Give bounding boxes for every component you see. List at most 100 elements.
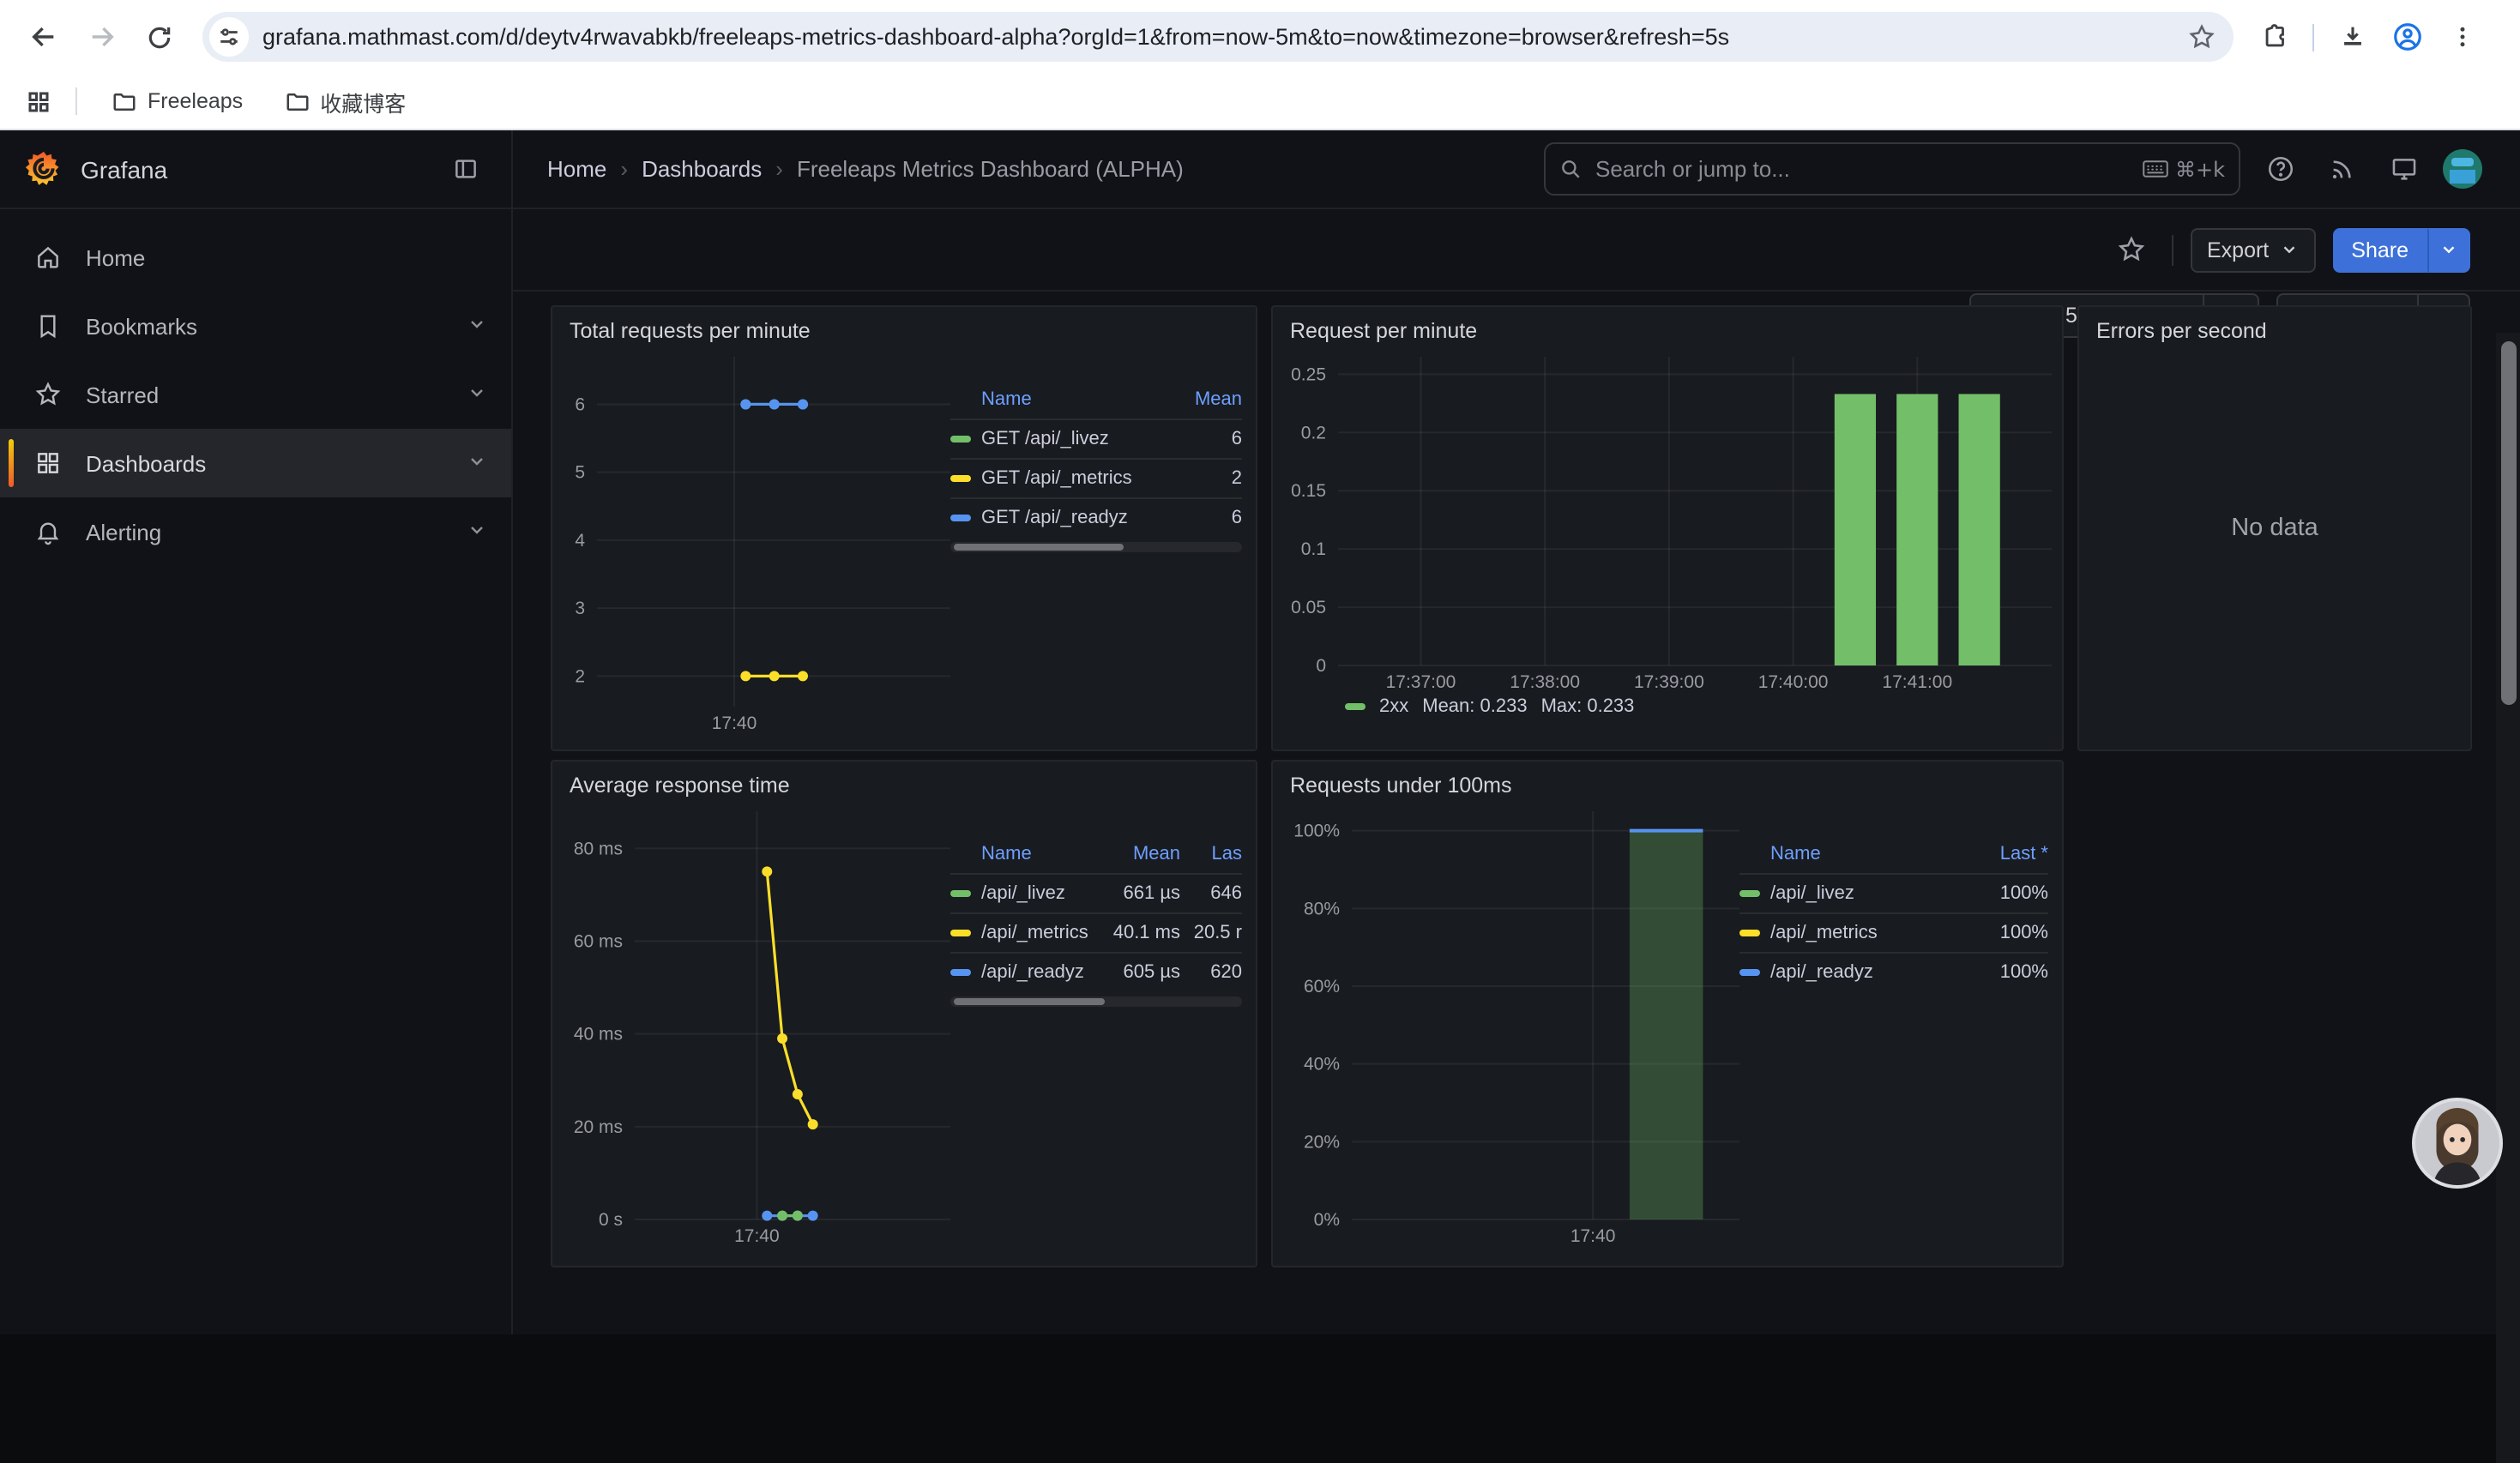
sidebar-item-starred[interactable]: Starred: [0, 360, 511, 429]
legend-table: Name Mean GET /api/_livez 6 GET /api/_me…: [950, 381, 1242, 734]
series-swatch: [1345, 703, 1366, 710]
panel-title[interactable]: Requests under 100ms: [1273, 762, 2062, 804]
series-swatch: [1739, 969, 1760, 976]
help-icon[interactable]: [2258, 147, 2302, 191]
share-button[interactable]: Share: [2332, 227, 2427, 272]
legend-row[interactable]: /api/_readyz 605 µs 620: [950, 952, 1242, 991]
back-icon[interactable]: [17, 11, 69, 63]
legend-row[interactable]: /api/_readyz 100%: [1739, 952, 2048, 991]
legend-row[interactable]: GET /api/_readyz 6: [950, 497, 1242, 537]
legend-table: Name Last * /api/_livez 100% /api/_metri…: [1739, 835, 2048, 1247]
search-box[interactable]: ⌘+k: [1544, 142, 2240, 196]
panel-title[interactable]: Request per minute: [1273, 307, 2062, 350]
sidebar-item-dashboards[interactable]: Dashboards: [0, 429, 511, 497]
apps-grid-icon[interactable]: [21, 84, 55, 118]
legend-table: Name Mean Las /api/_livez 661 µs 646: [950, 835, 1242, 1247]
breadcrumb-home[interactable]: Home: [547, 156, 606, 182]
sidebar-toggle-icon[interactable]: [443, 147, 487, 191]
chevron-down-icon[interactable]: [467, 313, 487, 339]
sidebar-item-label: Home: [86, 244, 145, 270]
timeseries-chart: 80 ms60 ms40 ms20 ms0 s17:40: [566, 804, 950, 1247]
url-input[interactable]: [249, 24, 2177, 50]
legend-line[interactable]: 2xx Mean: 0.233 Max: 0.233: [1287, 693, 2048, 717]
legend-scrollbar[interactable]: [950, 542, 1242, 552]
series-swatch: [950, 475, 971, 482]
legend-row[interactable]: /api/_metrics 40.1 ms 20.5 r: [950, 912, 1242, 952]
no-data-message: No data: [2079, 515, 2470, 542]
toolbar-separator: [2312, 23, 2314, 51]
legend-header-row: Name Mean Las: [950, 835, 1242, 873]
bookmark-folder-freeleaps[interactable]: Freeleaps: [98, 83, 256, 119]
series-swatch: [950, 969, 971, 976]
panel-requests-under-100ms: Requests under 100ms 100%80%60%40%20%0%1…: [1271, 760, 2064, 1267]
sidebar-item-label: Starred: [86, 382, 159, 407]
download-icon[interactable]: [2328, 13, 2376, 61]
panel-title[interactable]: Average response time: [552, 762, 1256, 804]
chevron-down-icon[interactable]: [467, 519, 487, 545]
search-input[interactable]: [1592, 154, 2132, 184]
panel-title[interactable]: Total requests per minute: [552, 307, 1256, 350]
address-bar[interactable]: [202, 12, 2234, 62]
svg-text:0.25: 0.25: [1291, 364, 1326, 384]
svg-text:4: 4: [575, 531, 585, 551]
bookmarks-separator: [75, 87, 77, 115]
forward-icon[interactable]: [75, 11, 127, 63]
svg-text:20%: 20%: [1304, 1132, 1340, 1152]
svg-text:60%: 60%: [1304, 977, 1340, 996]
legend-row[interactable]: /api/_livez 661 µs 646: [950, 873, 1242, 912]
sidebar-item-bookmarks[interactable]: Bookmarks: [0, 292, 511, 360]
floating-assistant-avatar[interactable]: [2412, 1098, 2503, 1189]
legend-row[interactable]: /api/_metrics 100%: [1739, 912, 2048, 952]
svg-text:100%: 100%: [1293, 822, 1340, 841]
bookmark-folder-blogs[interactable]: 收藏博客: [270, 80, 419, 123]
browser-toolbar: [0, 0, 2520, 74]
profile-icon[interactable]: [2383, 13, 2431, 61]
extensions-icon[interactable]: [2251, 13, 2299, 61]
svg-text:60 ms: 60 ms: [574, 931, 623, 951]
svg-text:17:40: 17:40: [712, 713, 757, 733]
series-swatch: [1739, 890, 1760, 897]
legend-row[interactable]: GET /api/_livez 6: [950, 418, 1242, 458]
panel-title[interactable]: Errors per second: [2079, 307, 2470, 350]
chevron-down-icon[interactable]: [467, 382, 487, 407]
svg-text:17:38:00: 17:38:00: [1510, 672, 1580, 692]
grafana-logo[interactable]: [24, 149, 63, 189]
main-area: Home › Dashboards › Freeleaps Metrics Da…: [513, 130, 2520, 1334]
bar-chart: 100%80%60%40%20%0%17:40: [1287, 804, 1739, 1247]
bell-icon: [34, 518, 62, 545]
news-rss-icon[interactable]: [2319, 147, 2364, 191]
page-scrollbar[interactable]: [2496, 333, 2520, 1463]
panel-errors-per-second: Errors per second No data: [2077, 305, 2472, 751]
legend-scrollbar[interactable]: [950, 996, 1242, 1007]
chevron-down-icon[interactable]: [467, 450, 487, 476]
sidebar-item-label: Bookmarks: [86, 313, 197, 339]
svg-text:0.2: 0.2: [1301, 423, 1326, 443]
sidebar-item-home[interactable]: Home: [0, 223, 511, 292]
svg-text:0.15: 0.15: [1291, 481, 1326, 501]
breadcrumb-dashboards[interactable]: Dashboards: [642, 156, 762, 182]
search-shortcut: ⌘+k: [2143, 157, 2225, 181]
svg-text:17:37:00: 17:37:00: [1386, 672, 1456, 692]
favorite-star-icon[interactable]: [2109, 227, 2154, 272]
sidebar-item-alerting[interactable]: Alerting: [0, 497, 511, 566]
dashboards-grid-icon: [34, 449, 62, 477]
sidebar-header: Grafana: [0, 130, 511, 209]
site-settings-icon[interactable]: [209, 17, 249, 57]
app-header: Home › Dashboards › Freeleaps Metrics Da…: [513, 130, 2520, 209]
svg-text:40%: 40%: [1304, 1055, 1340, 1075]
reload-icon[interactable]: [134, 11, 185, 63]
legend-row[interactable]: GET /api/_metrics 2: [950, 458, 1242, 497]
bookmark-star-icon[interactable]: [2177, 13, 2225, 61]
browser-menu-icon[interactable]: [2438, 13, 2486, 61]
breadcrumb-current: Freeleaps Metrics Dashboard (ALPHA): [797, 156, 1184, 182]
svg-text:40 ms: 40 ms: [574, 1025, 623, 1045]
share-menu-button[interactable]: [2427, 227, 2470, 272]
scrollbar-thumb[interactable]: [2501, 341, 2517, 705]
bookmark-icon: [34, 312, 62, 340]
brand-name: Grafana: [81, 155, 443, 183]
panel-average-response-time: Average response time 80 ms60 ms40 ms20 …: [551, 760, 1257, 1267]
kiosk-monitor-icon[interactable]: [2381, 147, 2426, 191]
export-button[interactable]: Export: [2190, 227, 2315, 272]
legend-row[interactable]: /api/_livez 100%: [1739, 873, 2048, 912]
user-avatar[interactable]: [2443, 149, 2482, 189]
